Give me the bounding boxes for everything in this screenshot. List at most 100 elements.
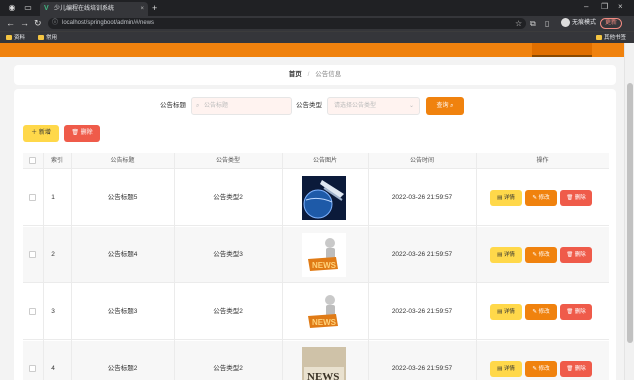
side-panel-icon[interactable]: ▯: [545, 18, 549, 29]
close-window-icon[interactable]: ×: [618, 1, 623, 13]
column-divider: [174, 153, 175, 380]
nav-menu-item[interactable]: [470, 43, 522, 57]
delete-button[interactable]: 🗑 删除: [560, 190, 592, 206]
folder-icon: [596, 35, 602, 41]
bookmark-star-icon[interactable]: ☆: [515, 18, 522, 29]
minimize-icon[interactable]: –: [584, 1, 588, 13]
table-row: 2 公告标题4 公告类型3 NEWS 2022-03-26 21:59:57 ▤…: [23, 227, 609, 283]
detail-button[interactable]: ▤ 详情: [490, 190, 522, 206]
breadcrumb-home[interactable]: 首页: [289, 71, 302, 78]
trash-icon: 🗑: [566, 366, 574, 372]
vue-logo-icon: V: [44, 5, 49, 12]
nav-menu-item[interactable]: [200, 43, 252, 57]
nav-menu-item[interactable]: [410, 43, 462, 57]
row-checkbox[interactable]: [29, 251, 36, 258]
column-divider: [282, 153, 283, 380]
table-row: 3 公告标题3 公告类型2 NEWS 2022-03-26 21:59:57 ▤…: [23, 284, 609, 340]
column-header-type: 公告类型: [215, 158, 240, 164]
column-header-image: 公告图片: [312, 158, 337, 164]
restore-icon[interactable]: ❐: [601, 1, 608, 13]
column-divider: [71, 153, 72, 380]
detail-icon: ▤: [497, 252, 503, 258]
nav-menu-item[interactable]: [130, 43, 182, 57]
edit-button[interactable]: ✎ 修改: [525, 190, 557, 206]
extensions-icon[interactable]: ⧉: [530, 18, 536, 29]
breadcrumb-current: 公告信息: [315, 71, 342, 78]
folder-icon: [6, 35, 12, 41]
nav-menu-item[interactable]: [270, 43, 322, 57]
scrollbar-thumb[interactable]: [627, 83, 633, 343]
browser-tab[interactable]: V 少儿编程在线培训系统 ×: [40, 2, 148, 16]
column-header-time: 公告时间: [409, 158, 434, 164]
row-index: 4: [51, 365, 55, 372]
trash-icon: 🗑: [566, 195, 574, 201]
title-search-label: 公告标题: [160, 102, 186, 109]
row-title: 公告标题3: [107, 308, 138, 315]
select-all-checkbox[interactable]: [29, 157, 36, 164]
search-icon: ⌕: [450, 103, 454, 109]
incognito-indicator[interactable]: 无痕模式: [561, 18, 596, 29]
new-tab-icon[interactable]: +: [152, 2, 157, 14]
site-info-icon[interactable]: ⓘ: [52, 18, 58, 29]
detail-button[interactable]: ▤ 详情: [490, 361, 522, 377]
add-button[interactable]: ＋ 新增: [23, 125, 59, 142]
trash-icon: 🗑: [566, 252, 574, 258]
delete-button[interactable]: 🗑 删除: [560, 361, 592, 377]
back-icon[interactable]: ←: [6, 17, 15, 30]
trash-icon: 🗑: [71, 130, 79, 136]
reload-icon[interactable]: ↻: [34, 17, 42, 30]
row-type: 公告类型2: [213, 194, 243, 201]
row-checkbox[interactable]: [29, 194, 36, 201]
row-time: 2022-03-26 21:59:57: [391, 194, 453, 201]
column-header-actions: 操作: [536, 158, 549, 164]
batch-delete-button[interactable]: 🗑 删除: [64, 125, 100, 142]
browser-menu-icon[interactable]: ◉: [6, 2, 18, 14]
row-index: 1: [51, 194, 55, 201]
row-type: 公告类型3: [213, 251, 243, 258]
detail-icon: ▤: [497, 309, 503, 315]
incognito-icon: [561, 18, 570, 27]
column-header-index: 索引: [50, 158, 63, 164]
row-checkbox[interactable]: [29, 365, 36, 372]
row-title: 公告标题5: [107, 194, 138, 201]
row-title: 公告标题2: [107, 365, 138, 372]
delete-button[interactable]: 🗑 删除: [560, 304, 592, 320]
detail-button[interactable]: ▤ 详情: [490, 247, 522, 263]
edit-button[interactable]: ✎ 修改: [525, 247, 557, 263]
edit-button[interactable]: ✎ 修改: [525, 304, 557, 320]
address-bar[interactable]: ⓘ localhost/springboot/admin/#/news: [48, 18, 526, 29]
other-bookmarks[interactable]: 其他书签: [596, 33, 626, 43]
plus-icon: ＋: [31, 130, 38, 136]
page-scrollbar[interactable]: [624, 43, 634, 380]
query-button[interactable]: 查询 ⌕: [426, 97, 464, 115]
tab-search-icon[interactable]: ▭: [22, 2, 34, 14]
search-icon: ⌕: [196, 103, 200, 109]
nav-menu-item[interactable]: [60, 43, 112, 57]
close-tab-icon[interactable]: ×: [140, 2, 144, 16]
detail-button[interactable]: ▤ 详情: [490, 304, 522, 320]
edit-icon: ✎: [532, 195, 538, 201]
row-type: 公告类型2: [213, 365, 243, 372]
column-divider: [43, 153, 44, 380]
row-time: 2022-03-26 21:59:57: [391, 308, 453, 315]
row-time: 2022-03-26 21:59:57: [391, 251, 453, 258]
app-top-nav: [0, 43, 624, 57]
trash-icon: 🗑: [566, 309, 574, 315]
address-url: localhost/springboot/admin/#/news: [62, 20, 155, 26]
delete-button[interactable]: 🗑 删除: [560, 247, 592, 263]
edit-button[interactable]: ✎ 修改: [525, 361, 557, 377]
nav-menu-item-active[interactable]: [532, 43, 592, 57]
row-checkbox[interactable]: [29, 308, 36, 315]
svg-text:NEWS: NEWS: [312, 318, 337, 327]
nav-menu-item[interactable]: [340, 43, 392, 57]
bookmarks-bar: 资料 常用 其他书签: [0, 31, 634, 43]
type-select[interactable]: 请选择公告类型 ⌄: [327, 97, 420, 115]
browser-tab-bar: ◉ ▭ V 少儿编程在线培训系统 × + – ❐ ×: [0, 0, 634, 16]
bookmark-folder-1[interactable]: 资料: [6, 33, 25, 43]
forward-icon[interactable]: →: [20, 17, 29, 30]
table-row: 1 公告标题5 公告类型2 2022-03-26 21:59:57 ▤ 详情 ✎…: [23, 170, 609, 226]
svg-text:NEWS: NEWS: [312, 261, 337, 270]
update-button[interactable]: 更新: [600, 18, 623, 29]
title-search-input[interactable]: ⌕ 公告标题: [191, 97, 292, 115]
bookmark-folder-2[interactable]: 常用: [38, 33, 57, 43]
